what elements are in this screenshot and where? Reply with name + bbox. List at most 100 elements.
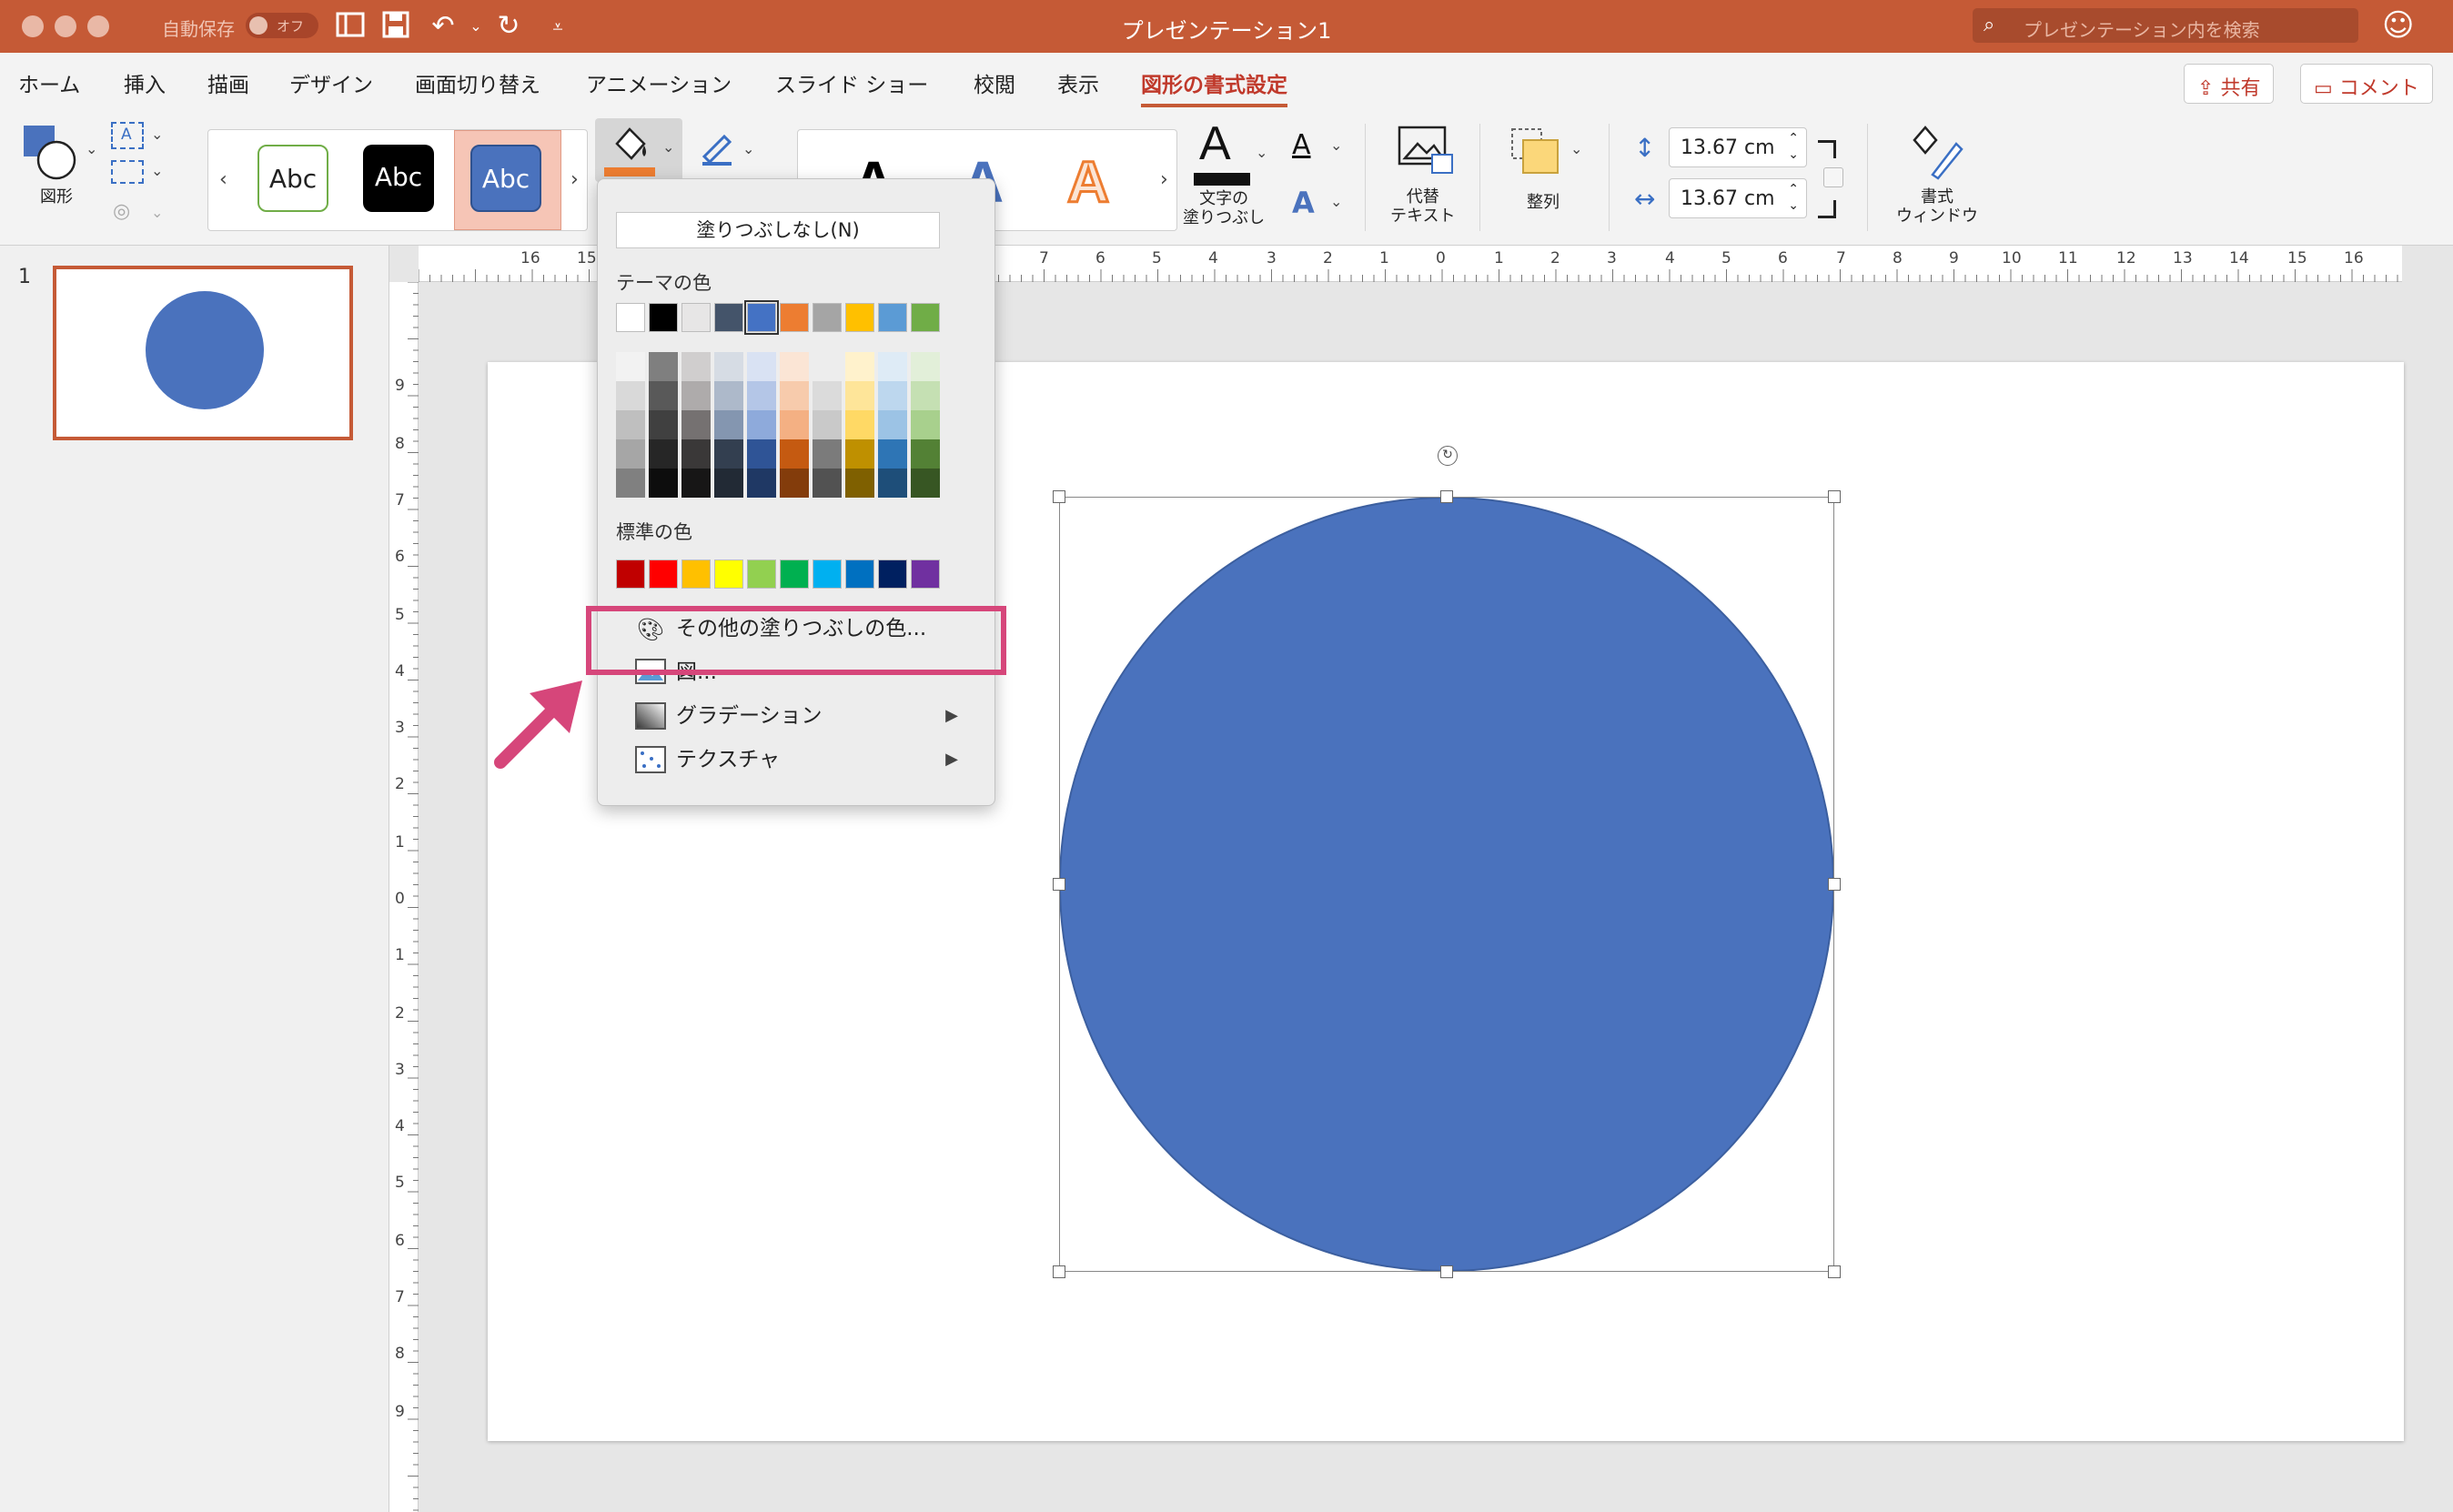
vertical-ruler[interactable]: 9 8 7 6 5 4 3 2 1 0 1 2 3 4 5 6 7 8 9 [389, 282, 419, 1512]
resize-handle-top-left[interactable] [1053, 490, 1065, 503]
tab-insert[interactable]: 挿入 [124, 67, 166, 98]
theme-color-swatch[interactable] [780, 303, 809, 332]
resize-handle-bottom-right[interactable] [1828, 1265, 1841, 1278]
theme-color-swatch[interactable] [714, 303, 743, 332]
resize-handle-right[interactable] [1828, 878, 1841, 891]
text-outline-icon[interactable]: A [1288, 129, 1321, 166]
resize-handle-top[interactable] [1440, 490, 1453, 503]
theme-shade-swatch[interactable] [714, 469, 743, 498]
gallery-next-icon[interactable]: › [570, 168, 579, 191]
theme-shade-swatch[interactable] [780, 381, 809, 410]
theme-shade-swatch[interactable] [878, 410, 907, 439]
gradient-fill-item[interactable]: グラデーション ▶ [634, 696, 971, 736]
arrange-dropdown-icon[interactable]: ⌄ [1570, 140, 1582, 157]
edit-shape-icon[interactable]: A [111, 122, 144, 149]
theme-shade-swatch[interactable] [911, 469, 940, 498]
theme-shade-swatch[interactable] [714, 410, 743, 439]
theme-color-swatch[interactable] [813, 303, 842, 332]
theme-shade-swatch[interactable] [845, 439, 874, 469]
theme-shade-swatch[interactable] [649, 469, 678, 498]
standard-color-swatch[interactable] [714, 559, 743, 589]
tab-home[interactable]: ホーム [18, 67, 80, 98]
theme-shade-swatch[interactable] [747, 352, 776, 381]
edit-shape-dropdown-icon[interactable]: ⌄ [151, 126, 163, 143]
theme-shade-swatch[interactable] [616, 381, 645, 410]
text-box-icon[interactable] [111, 160, 144, 184]
text-outline-dropdown-icon[interactable]: ⌄ [1330, 136, 1342, 154]
theme-shade-swatch[interactable] [681, 439, 711, 469]
height-field[interactable]: 13.67 cm ⌃ ⌄ [1669, 127, 1807, 167]
standard-color-swatch[interactable] [813, 559, 842, 589]
theme-shade-swatch[interactable] [714, 381, 743, 410]
theme-shade-swatch[interactable] [681, 469, 711, 498]
style-sample-outline[interactable]: Abc [257, 145, 328, 212]
theme-shade-swatch[interactable] [681, 352, 711, 381]
shape-fill-button[interactable]: ⌄ [595, 118, 682, 182]
theme-shade-swatch[interactable] [747, 410, 776, 439]
theme-shade-swatch[interactable] [649, 352, 678, 381]
tab-design[interactable]: デザイン [289, 67, 373, 98]
slide-thumbnail[interactable] [53, 266, 353, 440]
comment-button[interactable]: ▭ コメント [2300, 64, 2433, 104]
style-sample-dark[interactable]: Abc [363, 145, 434, 212]
theme-shade-swatch[interactable] [681, 381, 711, 410]
theme-color-swatch[interactable] [845, 303, 874, 332]
theme-shade-swatch[interactable] [911, 410, 940, 439]
theme-shade-swatch[interactable] [649, 381, 678, 410]
smiley-feedback-icon[interactable]: ☺ [2382, 7, 2414, 44]
standard-color-swatch[interactable] [681, 559, 711, 589]
theme-shade-swatch[interactable] [813, 410, 842, 439]
tab-shape-format[interactable]: 図形の書式設定 [1141, 67, 1287, 107]
tab-animations[interactable]: アニメーション [586, 67, 732, 98]
shapes-dropdown-icon[interactable]: ⌄ [86, 140, 97, 157]
wordart-gallery-next-icon[interactable]: › [1160, 168, 1168, 191]
share-button[interactable]: ⇪ 共有 [2184, 64, 2275, 104]
standard-color-swatch[interactable] [616, 559, 645, 589]
theme-shade-swatch[interactable] [780, 469, 809, 498]
wordart-sample-orange[interactable]: A [1065, 148, 1110, 217]
theme-shade-swatch[interactable] [813, 352, 842, 381]
texture-fill-item[interactable]: テクスチャ ▶ [634, 740, 971, 780]
theme-shade-swatch[interactable] [714, 439, 743, 469]
no-fill-button[interactable]: 塗りつぶしなし(N) [616, 212, 940, 248]
theme-shade-swatch[interactable] [681, 410, 711, 439]
theme-color-swatch[interactable] [744, 300, 779, 335]
theme-shade-swatch[interactable] [747, 439, 776, 469]
resize-handle-left[interactable] [1053, 878, 1065, 891]
theme-shade-swatch[interactable] [813, 381, 842, 410]
theme-shade-swatch[interactable] [616, 469, 645, 498]
theme-shade-swatch[interactable] [845, 469, 874, 498]
insert-shapes-icon[interactable] [22, 124, 76, 182]
gallery-prev-icon[interactable]: ‹ [219, 168, 227, 191]
theme-shade-swatch[interactable] [911, 352, 940, 381]
tab-draw[interactable]: 描画 [207, 67, 249, 98]
theme-shade-swatch[interactable] [616, 439, 645, 469]
theme-shade-swatch[interactable] [813, 469, 842, 498]
theme-shade-swatch[interactable] [911, 381, 940, 410]
resize-handle-bottom-left[interactable] [1053, 1265, 1065, 1278]
alt-text-icon[interactable] [1396, 124, 1456, 178]
theme-color-swatch[interactable] [878, 303, 907, 332]
tab-slideshow[interactable]: スライド ショー [775, 67, 928, 98]
theme-shade-swatch[interactable] [780, 439, 809, 469]
search-box[interactable]: ⌕ プレゼンテーション内を検索 [1973, 8, 2358, 43]
shape-outline-icon[interactable] [699, 129, 744, 169]
theme-shade-swatch[interactable] [616, 410, 645, 439]
tab-transitions[interactable]: 画面切り替え [415, 67, 540, 98]
shape-fill-dropdown-icon[interactable]: ⌄ [662, 138, 674, 156]
theme-color-swatch[interactable] [616, 303, 645, 332]
text-fill-icon[interactable]: A [1192, 116, 1252, 189]
theme-shade-swatch[interactable] [845, 410, 874, 439]
height-stepper-icon[interactable]: ⌃ ⌄ [1788, 130, 1799, 163]
text-effects-icon[interactable]: A [1288, 186, 1321, 220]
theme-shade-swatch[interactable] [714, 352, 743, 381]
theme-color-swatch[interactable] [911, 303, 940, 332]
theme-shade-swatch[interactable] [911, 439, 940, 469]
format-pane-icon[interactable] [1905, 122, 1969, 182]
standard-color-swatch[interactable] [649, 559, 678, 589]
text-effects-dropdown-icon[interactable]: ⌄ [1330, 193, 1342, 210]
tab-review[interactable]: 校閲 [974, 67, 1015, 98]
theme-shade-swatch[interactable] [813, 439, 842, 469]
theme-shade-swatch[interactable] [845, 381, 874, 410]
theme-shade-swatch[interactable] [878, 381, 907, 410]
